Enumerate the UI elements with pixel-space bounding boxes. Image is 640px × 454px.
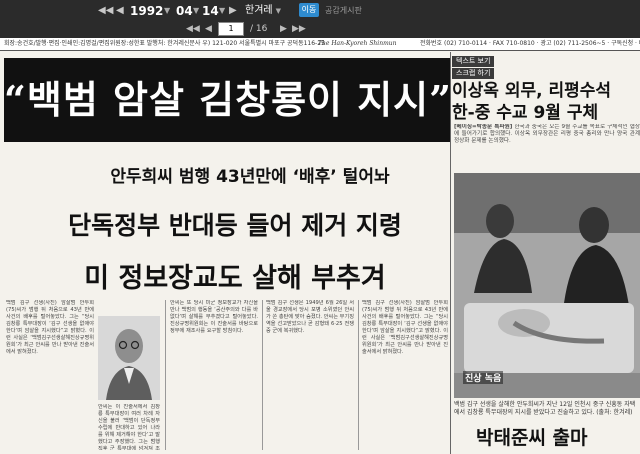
column-rule	[165, 300, 166, 450]
masthead-left: 회장:송건호/발행·편집·인쇄인:김명걸/편집위원장:성한표 발행처: 한겨레신…	[4, 40, 325, 47]
paper-dropdown-icon: ▼	[275, 7, 281, 15]
viewer-toolbar: ◀◀ ◀ 1992 ▼ 04 ▼ 14 ▼ ▶ 한겨레 ▼ 이동 공감게시판 ◀◀…	[0, 0, 640, 39]
article-body-col2a: 안씨는 이 진술서에서 김창룡 특무대장이 여러 차례 자신을 불러 ‘백범이 …	[98, 404, 160, 450]
side-headline-2: 한-중 수교 9월 구체	[452, 103, 599, 123]
column-rule	[262, 300, 263, 450]
page-number-input[interactable]: 1	[218, 22, 244, 36]
newspaper-select[interactable]: 한겨레 ▼	[245, 3, 293, 18]
portrait-drawing	[98, 316, 160, 400]
next-date-button[interactable]: ▶	[229, 3, 237, 19]
column-rule	[358, 300, 359, 450]
day-dropdown-icon[interactable]: ▼	[219, 3, 225, 19]
bottom-headline: 박태준씨 출마	[476, 427, 588, 449]
masthead-right: 전화번호 (02) 710-0114 · FAX 710-0810 · 광고 (…	[420, 40, 640, 47]
photo-tag: 진상 녹음	[463, 371, 504, 384]
article-body-col4: 백범 김구 선생은 1949년 6월 26일 서울 경교장에서 당시 포병 소위…	[266, 300, 354, 334]
article-deck-2: 미 정보장교도 살해 부추겨	[84, 263, 386, 294]
newspaper-select-value: 한겨레	[245, 5, 273, 16]
article-body-col5: 백범 김구 선생(사진) 암살범 안두희(75)씨가 범행 뒤 처음으로 43년…	[362, 300, 448, 355]
masthead: 회장:송건호/발행·편집·인쇄인:김명걸/편집위원장:성한표 발행처: 한겨레신…	[0, 38, 640, 51]
newspaper-page: 회장:송건호/발행·편집·인쇄인:김명걸/편집위원장:성한표 발행처: 한겨레신…	[0, 38, 640, 454]
prev-page-button[interactable]: ◀	[205, 22, 212, 36]
article-body-col1: 백범 김구 선생(사진) 암살범 안두희(75)씨가 범행 뒤 처음으로 43년…	[6, 300, 94, 355]
article-body-col3: 안씨는 또 당시 미군 정보장교가 자신을 만나 백범의 행동을 ‘공산주의와 …	[170, 300, 258, 334]
first-date-button[interactable]: ◀◀	[98, 3, 113, 19]
page-total: / 16	[250, 24, 268, 34]
news-photo-drawing	[454, 173, 640, 398]
day-select[interactable]: 14	[202, 3, 219, 19]
section-divider	[450, 52, 451, 454]
month-dropdown-icon[interactable]: ▼	[193, 3, 199, 19]
side-article-body: [베이징=박종문 특파원] 한국과 중국은 오는 9월 수교를 목표로 구체적인…	[454, 124, 640, 170]
last-page-button[interactable]: ▶▶	[292, 22, 306, 36]
year-select[interactable]: 1992	[130, 3, 163, 19]
text-view-button[interactable]: 텍스트 보기	[452, 56, 495, 67]
first-page-button[interactable]: ◀◀	[186, 22, 200, 36]
prev-date-button[interactable]: ◀	[116, 3, 124, 19]
board-link[interactable]: 공감게시판	[325, 3, 362, 18]
portrait-photo	[98, 316, 160, 400]
article-deck-1: 단독정부 반대등 들어 제거 지령	[68, 211, 402, 240]
photo-caption: 백범 김구 선생을 살해한 안두희씨가 지난 12일 인천시 중구 신흥동 자택…	[454, 401, 636, 416]
masthead-title: The Han-Kyoreh Shinmun	[318, 40, 397, 47]
article-kicker: 안두희씨 범행 43년만에 ‘배후’ 털어놔	[110, 167, 390, 187]
side-byline: [베이징=박종문 특파원]	[454, 124, 513, 130]
month-select[interactable]: 04	[176, 3, 193, 19]
next-page-button[interactable]: ▶	[280, 22, 287, 36]
news-photo	[454, 173, 640, 398]
year-dropdown-icon[interactable]: ▼	[164, 3, 170, 19]
main-headline: “백범 암살 김창룡이 지시”	[4, 58, 451, 142]
move-button[interactable]: 이동	[299, 3, 319, 17]
